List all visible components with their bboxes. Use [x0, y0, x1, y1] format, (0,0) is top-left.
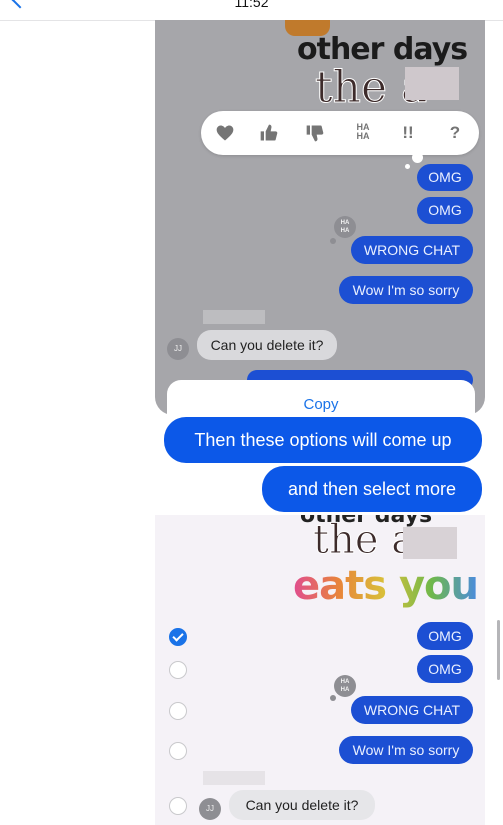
contact-avatar[interactable]: JJ [199, 798, 221, 820]
message-bubble-omg-2[interactable]: OMG [417, 655, 473, 683]
redaction-block [405, 67, 459, 100]
thumbs-down-icon[interactable] [305, 123, 325, 143]
message-bubble-incoming[interactable]: Can you delete it? [229, 790, 375, 820]
scrollbar[interactable] [497, 620, 500, 680]
caption-bubble-select-more: and then select more [262, 466, 482, 512]
tapback-tail [412, 152, 423, 163]
message-bubble-omg-1[interactable]: OMG [417, 164, 473, 191]
haha-icon[interactable]: HA HA [351, 123, 375, 143]
reaction-tail [330, 238, 336, 244]
video-frame-top: other days the a HA HA !! ? OMG OMG HA HA … [155, 20, 485, 415]
video-frame-bottom: other days the a eats you OMG OMG HA HA W… [155, 515, 485, 825]
sticker-text-the: the a [312, 517, 416, 564]
redaction-block [203, 771, 265, 785]
heart-icon[interactable] [215, 123, 235, 143]
message-bubble-omg-2[interactable]: OMG [417, 197, 473, 224]
question-icon[interactable]: ? [445, 123, 465, 143]
message-bubble-sorry[interactable]: Wow I'm so sorry [339, 276, 473, 304]
status-time: 11:52 [234, 0, 269, 10]
haha-reaction-icon: HA HA [334, 216, 356, 238]
select-radio-checked[interactable] [169, 628, 187, 646]
message-bubble-wrong-chat[interactable]: WRONG CHAT [351, 696, 473, 724]
checkmark-icon [172, 630, 184, 642]
status-bar: 11:52 [0, 0, 503, 21]
thumbs-up-icon[interactable] [259, 123, 279, 143]
select-radio[interactable] [169, 797, 187, 815]
exclamation-icon[interactable]: !! [398, 123, 418, 143]
message-bubble-omg-1[interactable]: OMG [417, 622, 473, 650]
message-bubble-wrong-chat[interactable]: WRONG CHAT [351, 236, 473, 264]
reaction-tail [330, 695, 336, 701]
redaction-block [203, 310, 265, 324]
redaction-block [403, 527, 457, 559]
sticker-text-eats-you: eats you [293, 563, 479, 609]
copy-menu-item[interactable]: Copy [167, 396, 475, 413]
select-radio[interactable] [169, 742, 187, 760]
select-radio[interactable] [169, 661, 187, 679]
select-radio[interactable] [169, 702, 187, 720]
tapback-tail-small [405, 164, 410, 169]
caption-bubble-options: Then these options will come up [164, 417, 482, 463]
contact-avatar[interactable]: JJ [167, 338, 189, 360]
message-bubble-sorry[interactable]: Wow I'm so sorry [339, 736, 473, 764]
message-bubble-incoming[interactable]: Can you delete it? [197, 330, 337, 360]
haha-reaction-icon: HA HA [334, 675, 356, 697]
tapback-menu: HA HA !! ? [201, 111, 479, 155]
